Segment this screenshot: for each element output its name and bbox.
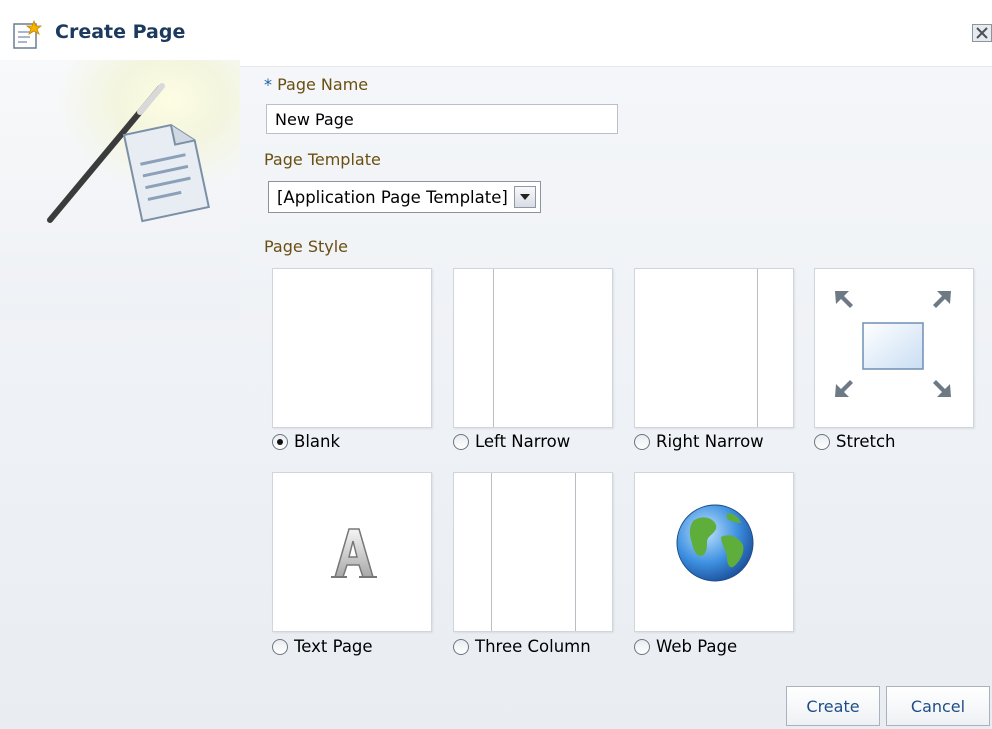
radio-button[interactable]: [814, 433, 830, 450]
radio-option-text-page[interactable]: Text Page: [272, 637, 373, 656]
page-style-label: Page Style: [264, 237, 349, 256]
radio-button[interactable]: [634, 433, 650, 450]
create-page-icon: [12, 19, 43, 50]
radio-button[interactable]: [634, 638, 650, 655]
radio-option-left-narrow[interactable]: Left Narrow: [453, 432, 570, 451]
dialog-title: Create Page: [55, 21, 186, 43]
required-marker: *: [264, 75, 272, 94]
radio-label: Text Page: [294, 637, 373, 656]
radio-option-stretch[interactable]: Stretch: [814, 432, 896, 451]
style-tile-right-narrow[interactable]: [634, 268, 794, 428]
style-tile-left-narrow[interactable]: [453, 268, 613, 428]
radio-label: Web Page: [656, 637, 738, 656]
radio-option-web-page[interactable]: Web Page: [634, 637, 737, 656]
create-button[interactable]: Create: [786, 686, 880, 726]
style-tile-text-page[interactable]: [272, 472, 432, 632]
radio-label: Stretch: [836, 432, 896, 451]
close-icon[interactable]: [972, 24, 992, 42]
radio-label: Right Narrow: [656, 432, 764, 451]
column-divider: [491, 473, 492, 631]
column-divider: [575, 473, 576, 631]
radio-option-three-column[interactable]: Three Column: [453, 637, 591, 656]
page-template-select[interactable]: [Application Page Template]: [268, 181, 541, 213]
radio-button[interactable]: [272, 433, 288, 450]
page-template-selected: [Application Page Template]: [277, 187, 508, 207]
page-name-label-text: Page Name: [277, 75, 369, 94]
radio-button[interactable]: [453, 638, 469, 655]
style-tile-stretch[interactable]: [814, 268, 974, 428]
page-name-label: * Page Name: [264, 75, 368, 94]
radio-button[interactable]: [272, 638, 288, 655]
cancel-button[interactable]: Cancel: [886, 686, 990, 726]
radio-label: Left Narrow: [475, 432, 571, 451]
style-tile-blank[interactable]: [272, 268, 432, 428]
page-name-input[interactable]: [266, 104, 618, 134]
column-divider: [493, 269, 494, 427]
radio-label: Three Column: [475, 637, 591, 656]
wizard-illustration: [0, 60, 240, 320]
radio-option-right-narrow[interactable]: Right Narrow: [634, 432, 764, 451]
style-tile-three-column[interactable]: [453, 472, 613, 632]
chevron-down-icon[interactable]: [513, 186, 536, 208]
radio-button[interactable]: [453, 433, 469, 450]
dialog-titlebar: Create Page: [0, 0, 992, 67]
radio-option-blank[interactable]: Blank: [272, 432, 340, 451]
style-tile-web-page[interactable]: [634, 472, 794, 632]
create-page-dialog: Create Page * Page Name New Page Page Te…: [0, 0, 992, 729]
page-template-label: Page Template: [264, 150, 381, 169]
column-divider: [757, 269, 758, 427]
radio-label: Blank: [294, 432, 341, 451]
magic-wand-document-icon: [0, 83, 240, 324]
